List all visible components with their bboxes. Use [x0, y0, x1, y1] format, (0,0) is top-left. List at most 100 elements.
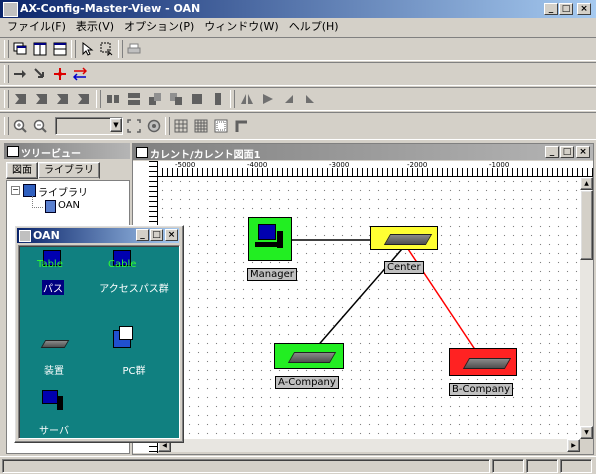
- zoom-out-icon[interactable]: [31, 117, 49, 135]
- corner-icon[interactable]: [232, 117, 250, 135]
- tree-tab-strip: 図面 ライブラリ: [6, 162, 100, 179]
- space-vertical-icon[interactable]: [125, 90, 143, 108]
- close-button[interactable]: ×: [577, 3, 591, 15]
- align-top-icon[interactable]: [75, 90, 93, 108]
- palette-body: Table パス Cable アクセスパス群 装置 PC群 サーバ: [18, 245, 180, 439]
- horizontal-scrollbar[interactable]: ◀ ▶: [158, 439, 580, 452]
- node-label-manager[interactable]: Manager: [247, 268, 297, 281]
- switch-device-icon: [462, 358, 512, 369]
- align-center-icon[interactable]: [33, 90, 51, 108]
- node-a-company[interactable]: [274, 343, 344, 369]
- toolbar-grip[interactable]: [4, 65, 9, 83]
- node-b-company[interactable]: [449, 348, 517, 376]
- menu-window[interactable]: ウィンドウ(W): [199, 19, 283, 35]
- align-right-icon[interactable]: [54, 90, 72, 108]
- palette-item-access-label: アクセスパス群: [99, 284, 169, 295]
- move-cross-icon[interactable]: [51, 65, 69, 83]
- palette-item-device[interactable]: 装置: [19, 326, 89, 377]
- node-label-center[interactable]: Center: [384, 261, 424, 274]
- node-label-b-company[interactable]: B-Company: [449, 383, 514, 396]
- toolbar-row-4: ▼: [0, 112, 596, 140]
- fit-page-icon[interactable]: [125, 117, 143, 135]
- same-width-icon[interactable]: [188, 90, 206, 108]
- diagonal-arrow-icon[interactable]: [31, 65, 49, 83]
- palette-item-pc-group[interactable]: PC群: [89, 326, 179, 377]
- oan-palette-window: OAN _ □ × Table パス Cable アクセスパス群 装置 PC群: [14, 225, 184, 443]
- vertical-scrollbar[interactable]: ▲ ▼: [580, 177, 593, 439]
- bring-front-icon[interactable]: [146, 90, 164, 108]
- palette-close-button[interactable]: ×: [165, 229, 178, 241]
- palette-item-pc-group-label: PC群: [122, 366, 146, 377]
- grid-icon[interactable]: [172, 117, 190, 135]
- node-manager[interactable]: [248, 217, 292, 261]
- tile-horizontal-icon[interactable]: [51, 40, 69, 58]
- same-height-icon[interactable]: [209, 90, 227, 108]
- maximize-button[interactable]: □: [559, 3, 573, 15]
- menu-file[interactable]: ファイル(F): [2, 19, 71, 35]
- select-area-icon[interactable]: [98, 40, 116, 58]
- tree-child-label[interactable]: OAN: [58, 200, 80, 211]
- menu-options[interactable]: オプション(P): [119, 19, 199, 35]
- palette-title-bar[interactable]: OAN _ □ ×: [17, 228, 179, 243]
- ruler-label: -2000: [407, 161, 428, 169]
- app-title: AX-Config-Master-View - OAN: [20, 2, 201, 15]
- status-bar: [0, 456, 596, 474]
- ruler-label: -5000: [175, 161, 196, 169]
- menu-view[interactable]: 表示(V): [71, 19, 119, 35]
- palette-item-server[interactable]: サーバ: [19, 386, 89, 437]
- toolbar-grip[interactable]: [4, 40, 9, 58]
- rotate-left-icon[interactable]: [280, 90, 298, 108]
- tile-vertical-icon[interactable]: [31, 40, 49, 58]
- print-icon[interactable]: [125, 40, 143, 58]
- app-title-bar[interactable]: AX-Config-Master-View - OAN _ □ ×: [0, 0, 596, 18]
- send-back-icon[interactable]: [167, 90, 185, 108]
- toolbar-grip[interactable]: [4, 117, 9, 135]
- flip-horizontal-icon[interactable]: [238, 90, 256, 108]
- flip-vertical-icon[interactable]: [259, 90, 277, 108]
- zoom-combobox[interactable]: ▼: [55, 117, 123, 135]
- palette-item-path-sub: Table: [37, 259, 63, 270]
- node-label-a-company[interactable]: A-Company: [275, 376, 339, 389]
- grid-fine-icon[interactable]: [192, 117, 210, 135]
- toolbar-separator: [165, 117, 170, 135]
- palette-item-access-path-group[interactable]: Cable アクセスパス群: [89, 246, 179, 302]
- connect-arrow-icon[interactable]: [11, 65, 29, 83]
- palette-maximize-button[interactable]: □: [150, 229, 163, 241]
- swap-icon[interactable]: [71, 65, 89, 83]
- palette-item-path[interactable]: Table パス: [19, 246, 89, 302]
- collapse-box-icon[interactable]: −: [11, 186, 20, 195]
- scroll-up-button[interactable]: ▲: [580, 177, 593, 190]
- scroll-thumb[interactable]: [580, 190, 593, 260]
- zoom-actual-icon[interactable]: [145, 117, 163, 135]
- status-pane-2: [526, 459, 558, 473]
- diagram-title-bar[interactable]: カレント/カレント図面1 _ □ ×: [133, 144, 593, 161]
- palette-title: OAN: [33, 229, 60, 242]
- chevron-down-icon[interactable]: ▼: [110, 118, 122, 132]
- tree-panel-title-bar[interactable]: ツリービュー: [4, 143, 130, 160]
- cascade-icon[interactable]: [11, 40, 29, 58]
- tab-library[interactable]: ライブラリ: [38, 162, 100, 179]
- minimize-button[interactable]: _: [544, 3, 558, 15]
- toolbar-grip[interactable]: [4, 90, 9, 108]
- diagram-maximize-button[interactable]: □: [560, 146, 574, 158]
- scroll-right-button[interactable]: ▶: [567, 439, 580, 452]
- tree-panel-icon: [7, 146, 19, 157]
- space-horizontal-icon[interactable]: [104, 90, 122, 108]
- node-center[interactable]: [370, 226, 438, 250]
- pointer-icon[interactable]: [78, 40, 96, 58]
- rotate-right-icon[interactable]: [301, 90, 319, 108]
- align-left-icon[interactable]: [12, 90, 30, 108]
- palette-minimize-button[interactable]: _: [136, 229, 149, 241]
- toolbar-separator: [96, 90, 101, 108]
- diagram-canvas[interactable]: Manager Center A-Company B-Company: [158, 177, 580, 439]
- diagram-close-button[interactable]: ×: [576, 146, 590, 158]
- diagram-minimize-button[interactable]: _: [545, 146, 559, 158]
- menu-bar: ファイル(F) 表示(V) オプション(P) ウィンドウ(W) ヘルプ(H): [2, 19, 344, 35]
- tree-root-label[interactable]: ライブラリ: [38, 184, 88, 199]
- zoom-in-icon[interactable]: [11, 117, 29, 135]
- menu-help[interactable]: ヘルプ(H): [284, 19, 344, 35]
- tab-drawing[interactable]: 図面: [6, 162, 38, 179]
- page-frame-icon[interactable]: [212, 117, 230, 135]
- status-pane-3: [560, 459, 592, 473]
- scroll-down-button[interactable]: ▼: [580, 426, 593, 439]
